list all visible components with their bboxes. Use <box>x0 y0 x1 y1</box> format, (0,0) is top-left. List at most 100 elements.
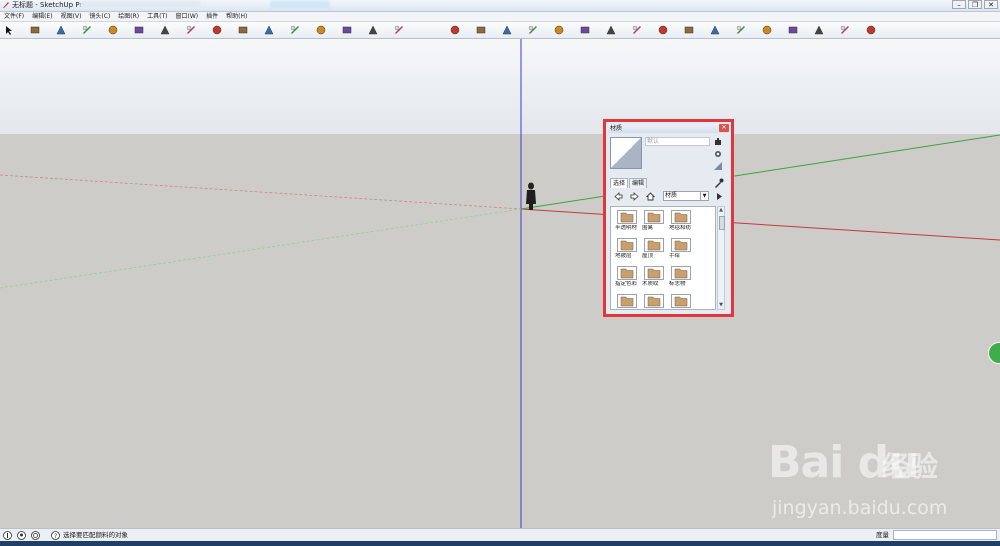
select-icon[interactable] <box>4 25 14 35</box>
section-icon[interactable] <box>554 25 564 35</box>
tab-select[interactable]: 选择 <box>610 178 629 188</box>
group-icon[interactable] <box>606 25 616 35</box>
walk-icon[interactable] <box>502 25 512 35</box>
material-folder-item[interactable]: 木质纹 <box>642 265 666 291</box>
material-folder-item[interactable] <box>642 293 666 309</box>
folder-icon <box>617 294 637 308</box>
previous-view-icon[interactable] <box>450 25 460 35</box>
3d-text-icon[interactable] <box>736 25 746 35</box>
menu-draw[interactable]: 绘图(R) <box>114 12 143 21</box>
scroll-down-icon[interactable]: ▼ <box>718 302 724 309</box>
svg-text:?: ? <box>54 533 57 540</box>
measurements-label: 度量 <box>876 531 889 539</box>
rectangle-icon[interactable] <box>56 25 66 35</box>
text-icon[interactable] <box>632 25 642 35</box>
watermark-cn: 经验 <box>882 450 939 483</box>
measurements-input[interactable] <box>893 530 997 540</box>
offset-icon[interactable] <box>290 25 300 35</box>
minimize-icon[interactable]: – <box>952 0 966 9</box>
material-folder-item[interactable]: 手绘 <box>669 237 693 263</box>
zoom-extents-icon[interactable] <box>394 25 404 35</box>
menu-view[interactable]: 视图(V) <box>57 12 86 21</box>
tab-edit[interactable]: 编辑 <box>629 178 648 188</box>
red-axis-positive <box>520 208 1000 241</box>
fog-icon[interactable] <box>788 25 798 35</box>
status-hint: 选择要匹配颜料的对象 <box>63 531 128 539</box>
material-folder-item[interactable]: 指定色彩 <box>615 265 639 291</box>
eraser-icon[interactable] <box>134 25 144 35</box>
materials-scrollbar[interactable]: ▲ ▼ <box>717 206 725 310</box>
menu-edit[interactable]: 编辑(E) <box>28 12 56 21</box>
pencil-icon[interactable] <box>30 25 40 35</box>
red-axis-dashed <box>0 174 522 210</box>
material-folder-item[interactable]: 半透明材 <box>615 209 639 235</box>
circle-icon[interactable] <box>82 25 92 35</box>
zoom-icon[interactable] <box>368 25 378 35</box>
material-name-field[interactable]: 默认 <box>645 137 710 146</box>
rotate-icon[interactable] <box>264 25 274 35</box>
axes-icon[interactable] <box>710 25 720 35</box>
baidu-watermark: Bai du 经验 jingyan.baidu.com <box>760 437 960 527</box>
material-folder-label: 手绘 <box>669 253 681 259</box>
display-secondary-icon[interactable] <box>714 162 722 170</box>
arc-icon[interactable] <box>108 25 118 35</box>
menu-plugins[interactable]: 插件 <box>202 12 222 21</box>
orbit-icon[interactable] <box>316 25 326 35</box>
material-folder-item[interactable]: 地被层 <box>615 237 639 263</box>
move-icon[interactable] <box>238 25 248 35</box>
paint-default-icon[interactable] <box>714 150 722 158</box>
sandbox-icon[interactable] <box>814 25 824 35</box>
menu-window[interactable]: 窗口(W) <box>172 12 203 21</box>
tape-icon[interactable] <box>160 25 170 35</box>
menu-file[interactable]: 文件(F) <box>0 12 28 21</box>
material-folder-label: 地被层 <box>615 253 632 259</box>
look-around-icon[interactable] <box>528 25 538 35</box>
material-folder-label: 标志物 <box>669 281 686 287</box>
restore-icon[interactable]: ❐ <box>968 0 982 9</box>
window-controls: – ❐ ✕ <box>952 0 998 10</box>
green-axis-dashed <box>0 208 522 289</box>
info-circle-icon[interactable] <box>3 531 12 540</box>
camera-icon[interactable] <box>476 25 486 35</box>
drawing-viewport[interactable]: Bai du 经验 jingyan.baidu.com <box>0 39 1000 528</box>
materials-panel-titlebar[interactable]: 材质 ✕ <box>608 124 729 133</box>
scroll-thumb[interactable] <box>719 216 725 230</box>
menu-camera[interactable]: 镜头(C) <box>85 12 114 21</box>
credits-icon[interactable] <box>31 531 40 540</box>
help-circle-icon[interactable]: ? <box>51 531 60 540</box>
material-swatch[interactable] <box>610 137 642 169</box>
create-material-icon[interactable] <box>714 138 722 146</box>
material-folder-item[interactable] <box>615 293 639 309</box>
help-icon[interactable] <box>866 25 876 35</box>
sketchup-app-icon <box>3 2 9 8</box>
pan-icon[interactable] <box>342 25 352 35</box>
push-pull-icon[interactable] <box>212 25 222 35</box>
paint-bucket-icon[interactable] <box>186 25 196 35</box>
protractor-icon[interactable] <box>684 25 694 35</box>
folder-icon <box>644 294 664 308</box>
menu-help[interactable]: 帮助(H) <box>222 12 251 21</box>
close-icon[interactable]: ✕ <box>719 124 729 132</box>
material-folder-item[interactable] <box>669 293 693 309</box>
forward-arrow-icon[interactable] <box>630 192 639 201</box>
materials-grid: 半透明材 围篱 地毯和纺地被层 屋顶 手绘指定色彩 木质纹 标志物 <box>610 206 716 310</box>
library-dropdown[interactable]: 材质 ▼ <box>663 191 709 201</box>
component-icon[interactable] <box>580 25 590 35</box>
eyedropper-icon[interactable] <box>714 178 724 188</box>
scroll-up-icon[interactable]: ▲ <box>718 207 724 214</box>
details-arrow-icon[interactable] <box>715 192 724 201</box>
warehouse-icon[interactable] <box>840 25 850 35</box>
blurred-region <box>80 1 200 9</box>
main-toolbar <box>0 22 1000 39</box>
sun-icon[interactable] <box>762 25 772 35</box>
material-folder-item[interactable]: 地毯和纺 <box>669 209 693 235</box>
material-folder-item[interactable]: 屋顶 <box>642 237 666 263</box>
close-icon[interactable]: ✕ <box>984 0 998 9</box>
back-arrow-icon[interactable] <box>614 192 623 201</box>
material-folder-item[interactable]: 围篱 <box>642 209 666 235</box>
geo-location-icon[interactable] <box>17 531 26 540</box>
home-icon[interactable] <box>646 192 655 201</box>
material-folder-item[interactable]: 标志物 <box>669 265 693 291</box>
menu-tools[interactable]: 工具(T) <box>143 12 171 21</box>
dimension-icon[interactable] <box>658 25 668 35</box>
